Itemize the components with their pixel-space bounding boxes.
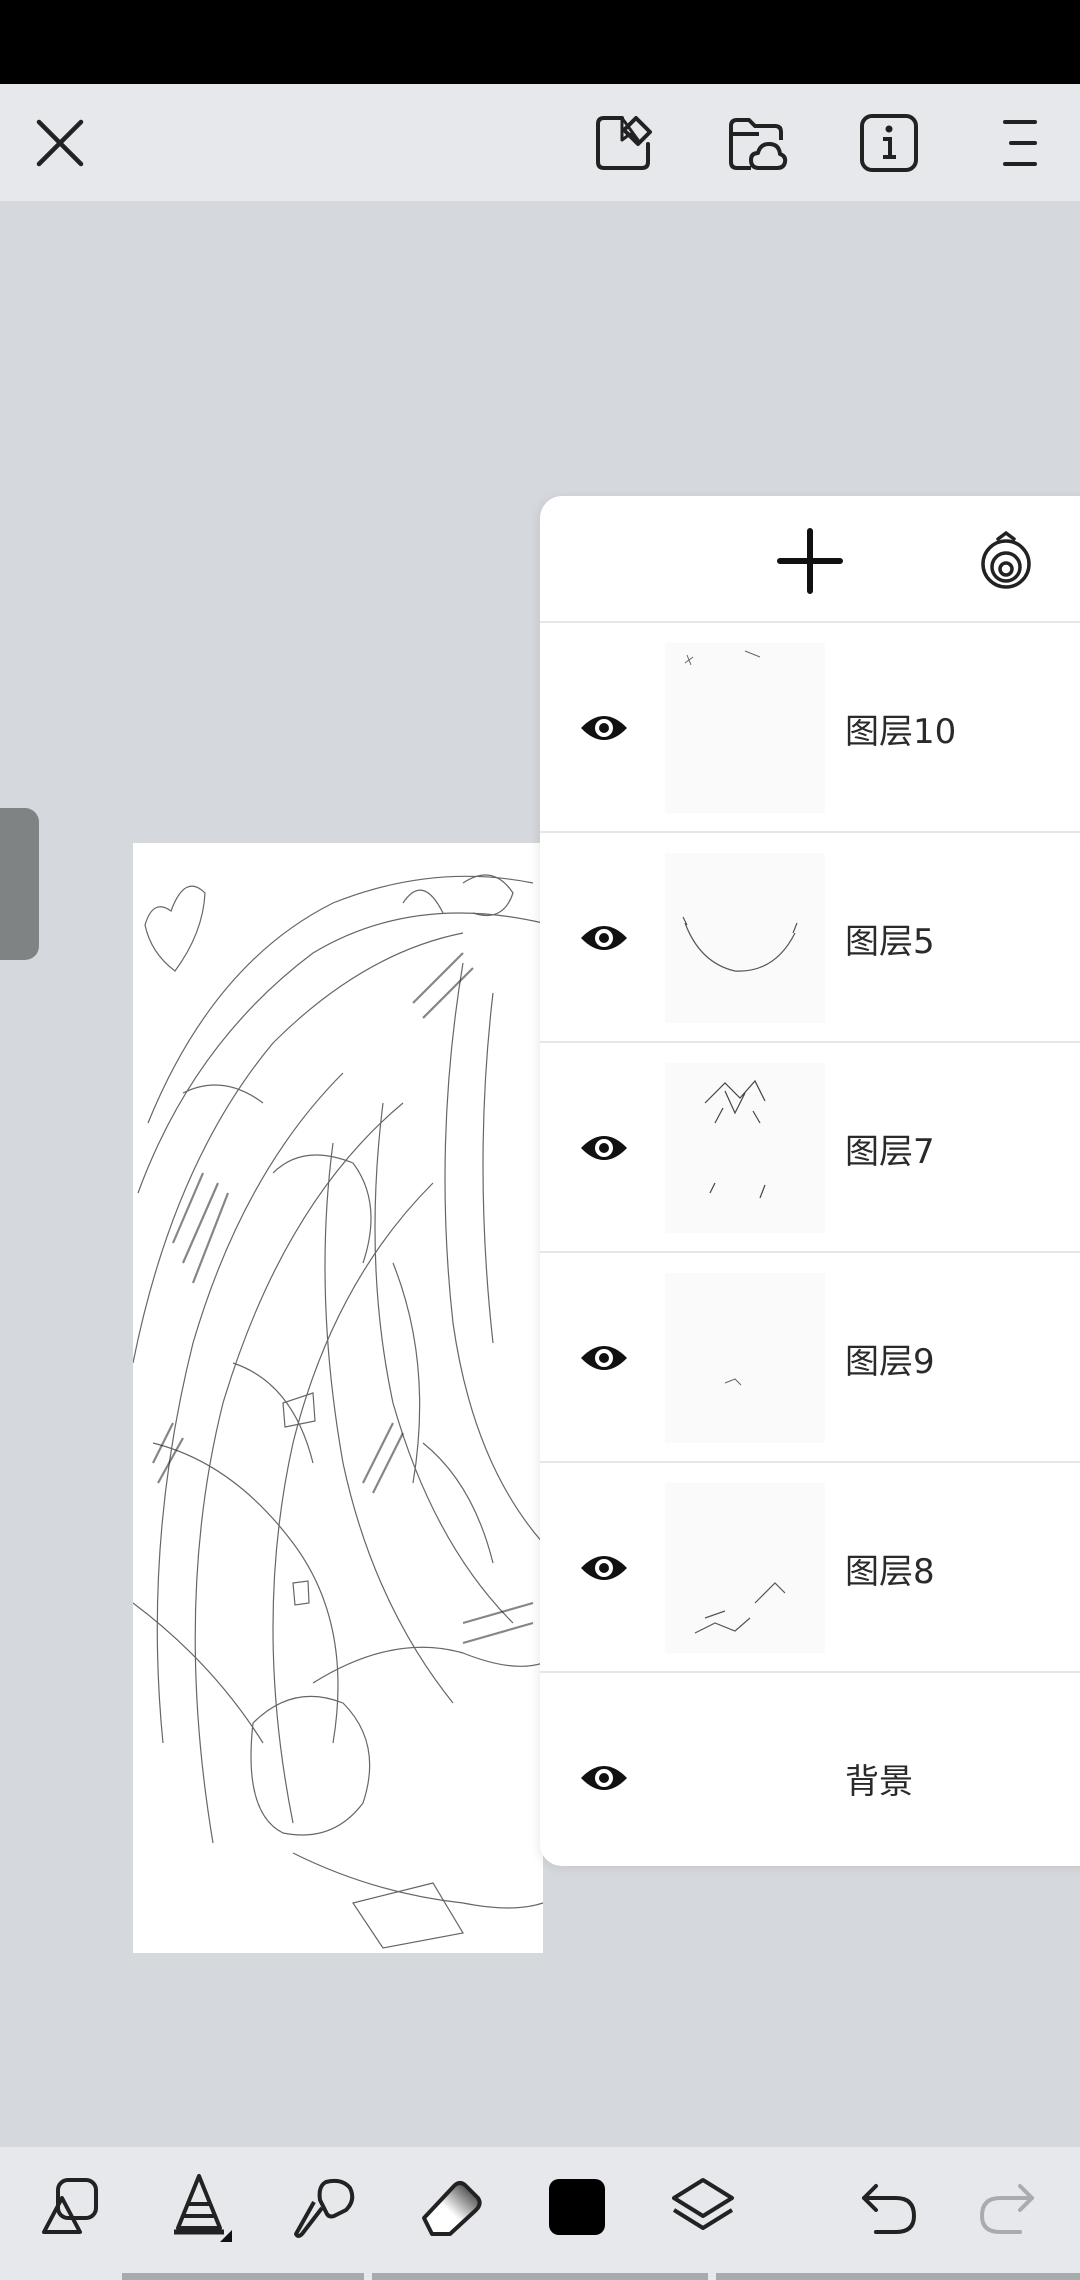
- layers-panel-header: [540, 496, 1080, 623]
- eye-icon: [581, 1136, 627, 1160]
- layer-thumbnail: [665, 853, 825, 1023]
- layers-button[interactable]: [648, 2147, 758, 2267]
- cloud-folder-icon: [729, 117, 788, 170]
- eye-icon: [581, 926, 627, 950]
- visibility-toggle[interactable]: [576, 700, 632, 756]
- pen-tool-icon: [174, 2174, 232, 2242]
- sketch-artwork: [133, 874, 543, 1949]
- tool-group-indicator: [122, 2273, 364, 2280]
- layer-thumbnail: [665, 643, 825, 813]
- eye-icon: [581, 1346, 627, 1370]
- layer-thumbnail: [665, 1693, 825, 1863]
- tool-group-indicator: [716, 2273, 1080, 2280]
- layer-row[interactable]: 背景: [540, 1673, 1080, 1883]
- color-icon: [549, 2179, 605, 2235]
- plus-icon: [777, 528, 843, 594]
- side-slider-handle[interactable]: [0, 808, 39, 960]
- layer-blend-icon: [981, 530, 1031, 589]
- pen-tool-button[interactable]: [144, 2147, 254, 2267]
- visibility-toggle[interactable]: [576, 910, 632, 966]
- layer-thumbnail: [665, 1063, 825, 1233]
- visibility-toggle[interactable]: [576, 1330, 632, 1386]
- layer-name: 图层10: [845, 711, 957, 752]
- layer-name: 图层8: [845, 1551, 935, 1592]
- menu-icon: [1003, 119, 1037, 166]
- layer-row[interactable]: 图层5: [540, 833, 1080, 1043]
- eye-icon: [581, 1556, 627, 1580]
- menu-button[interactable]: [970, 84, 1070, 201]
- color-picker-button[interactable]: [522, 2147, 632, 2267]
- brush-icon: [294, 2178, 355, 2238]
- shapes-icon: [42, 2178, 98, 2234]
- redo-button[interactable]: [952, 2147, 1062, 2267]
- layer-name: 图层7: [845, 1131, 935, 1172]
- layer-row[interactable]: 图层9: [540, 1253, 1080, 1463]
- close-button[interactable]: [10, 84, 110, 201]
- layer-list: 图层10 图层5 图层7 图层9 图层8 背景: [540, 623, 1080, 1883]
- undo-icon: [862, 2184, 917, 2234]
- top-toolbar: [0, 84, 1080, 201]
- eye-icon: [581, 716, 627, 740]
- close-icon: [36, 119, 84, 166]
- eye-icon: [581, 1766, 627, 1790]
- layer-row[interactable]: 图层8: [540, 1463, 1080, 1673]
- export-icon: [596, 115, 652, 170]
- layer-row[interactable]: 图层7: [540, 1043, 1080, 1253]
- tool-group-indicator: [372, 2273, 708, 2280]
- layer-thumbnail: [665, 1483, 825, 1653]
- visibility-toggle[interactable]: [576, 1120, 632, 1176]
- drawing-canvas[interactable]: [133, 843, 543, 1953]
- brush-tool-button[interactable]: [270, 2147, 380, 2267]
- layer-name: 图层9: [845, 1341, 935, 1382]
- layer-name: 图层5: [845, 921, 935, 962]
- info-icon: [860, 113, 918, 172]
- eraser-tool-button[interactable]: [396, 2147, 506, 2267]
- layer-thumbnail: [665, 1273, 825, 1443]
- shapes-tool-button[interactable]: [18, 2147, 128, 2267]
- cloud-folder-button[interactable]: [706, 84, 806, 201]
- layer-row[interactable]: 图层10: [540, 623, 1080, 833]
- info-button[interactable]: [839, 84, 939, 201]
- eraser-icon: [422, 2181, 482, 2236]
- layers-icon: [672, 2178, 734, 2230]
- export-button[interactable]: [575, 84, 675, 201]
- layers-panel: 图层10 图层5 图层7 图层9 图层8 背景: [540, 496, 1080, 1866]
- bottom-toolbar: [0, 2147, 1080, 2280]
- layer-blend-button[interactable]: [970, 524, 1042, 596]
- status-bar: [0, 0, 1080, 84]
- redo-icon: [979, 2184, 1034, 2234]
- add-layer-button[interactable]: [765, 516, 855, 606]
- visibility-toggle[interactable]: [576, 1540, 632, 1596]
- layer-name: 背景: [845, 1761, 913, 1802]
- visibility-toggle[interactable]: [576, 1750, 632, 1806]
- undo-button[interactable]: [834, 2147, 944, 2267]
